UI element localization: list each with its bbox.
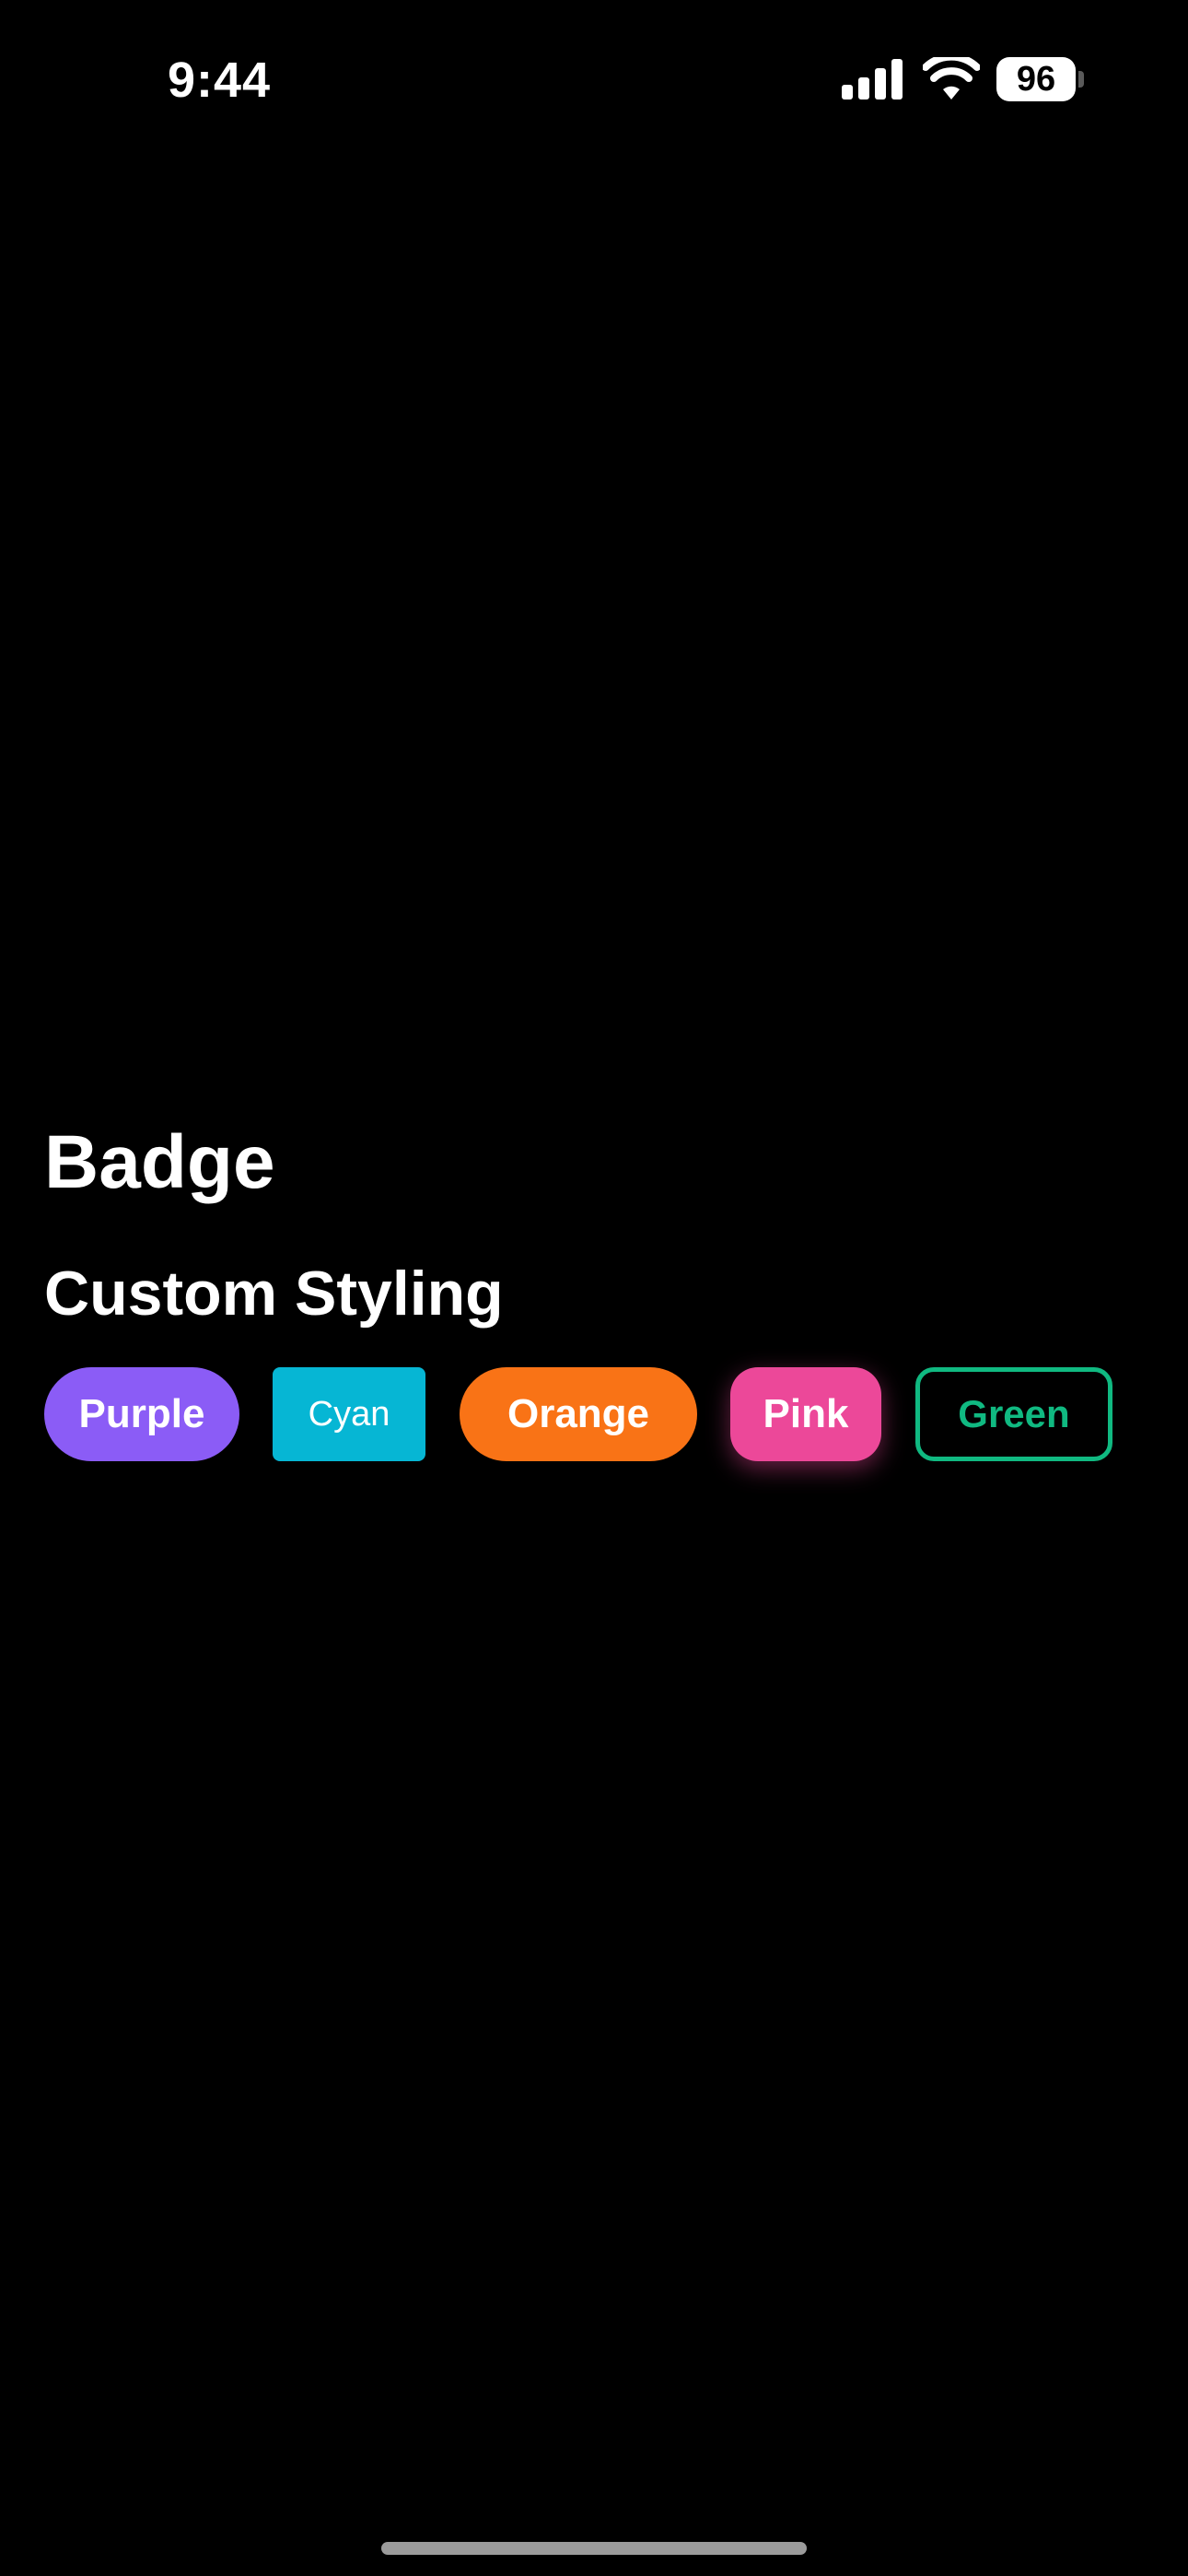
battery-icon: 96 [996,57,1085,101]
wifi-icon [923,57,980,100]
section-title: Custom Styling [44,1259,504,1329]
status-bar: 9:44 96 [0,0,1188,157]
badge-green: Green [915,1367,1112,1461]
signal-icon [842,59,903,100]
badge-orange: Orange [460,1367,697,1461]
badge-cyan: Cyan [273,1367,425,1461]
status-time: 9:44 [168,53,272,108]
home-indicator[interactable] [381,2542,807,2555]
page-title: Badge [44,1120,275,1204]
badge-pink: Pink [730,1367,881,1461]
battery-level: 96 [996,57,1076,101]
battery-cap [1078,71,1084,88]
badge-purple: Purple [44,1367,239,1461]
